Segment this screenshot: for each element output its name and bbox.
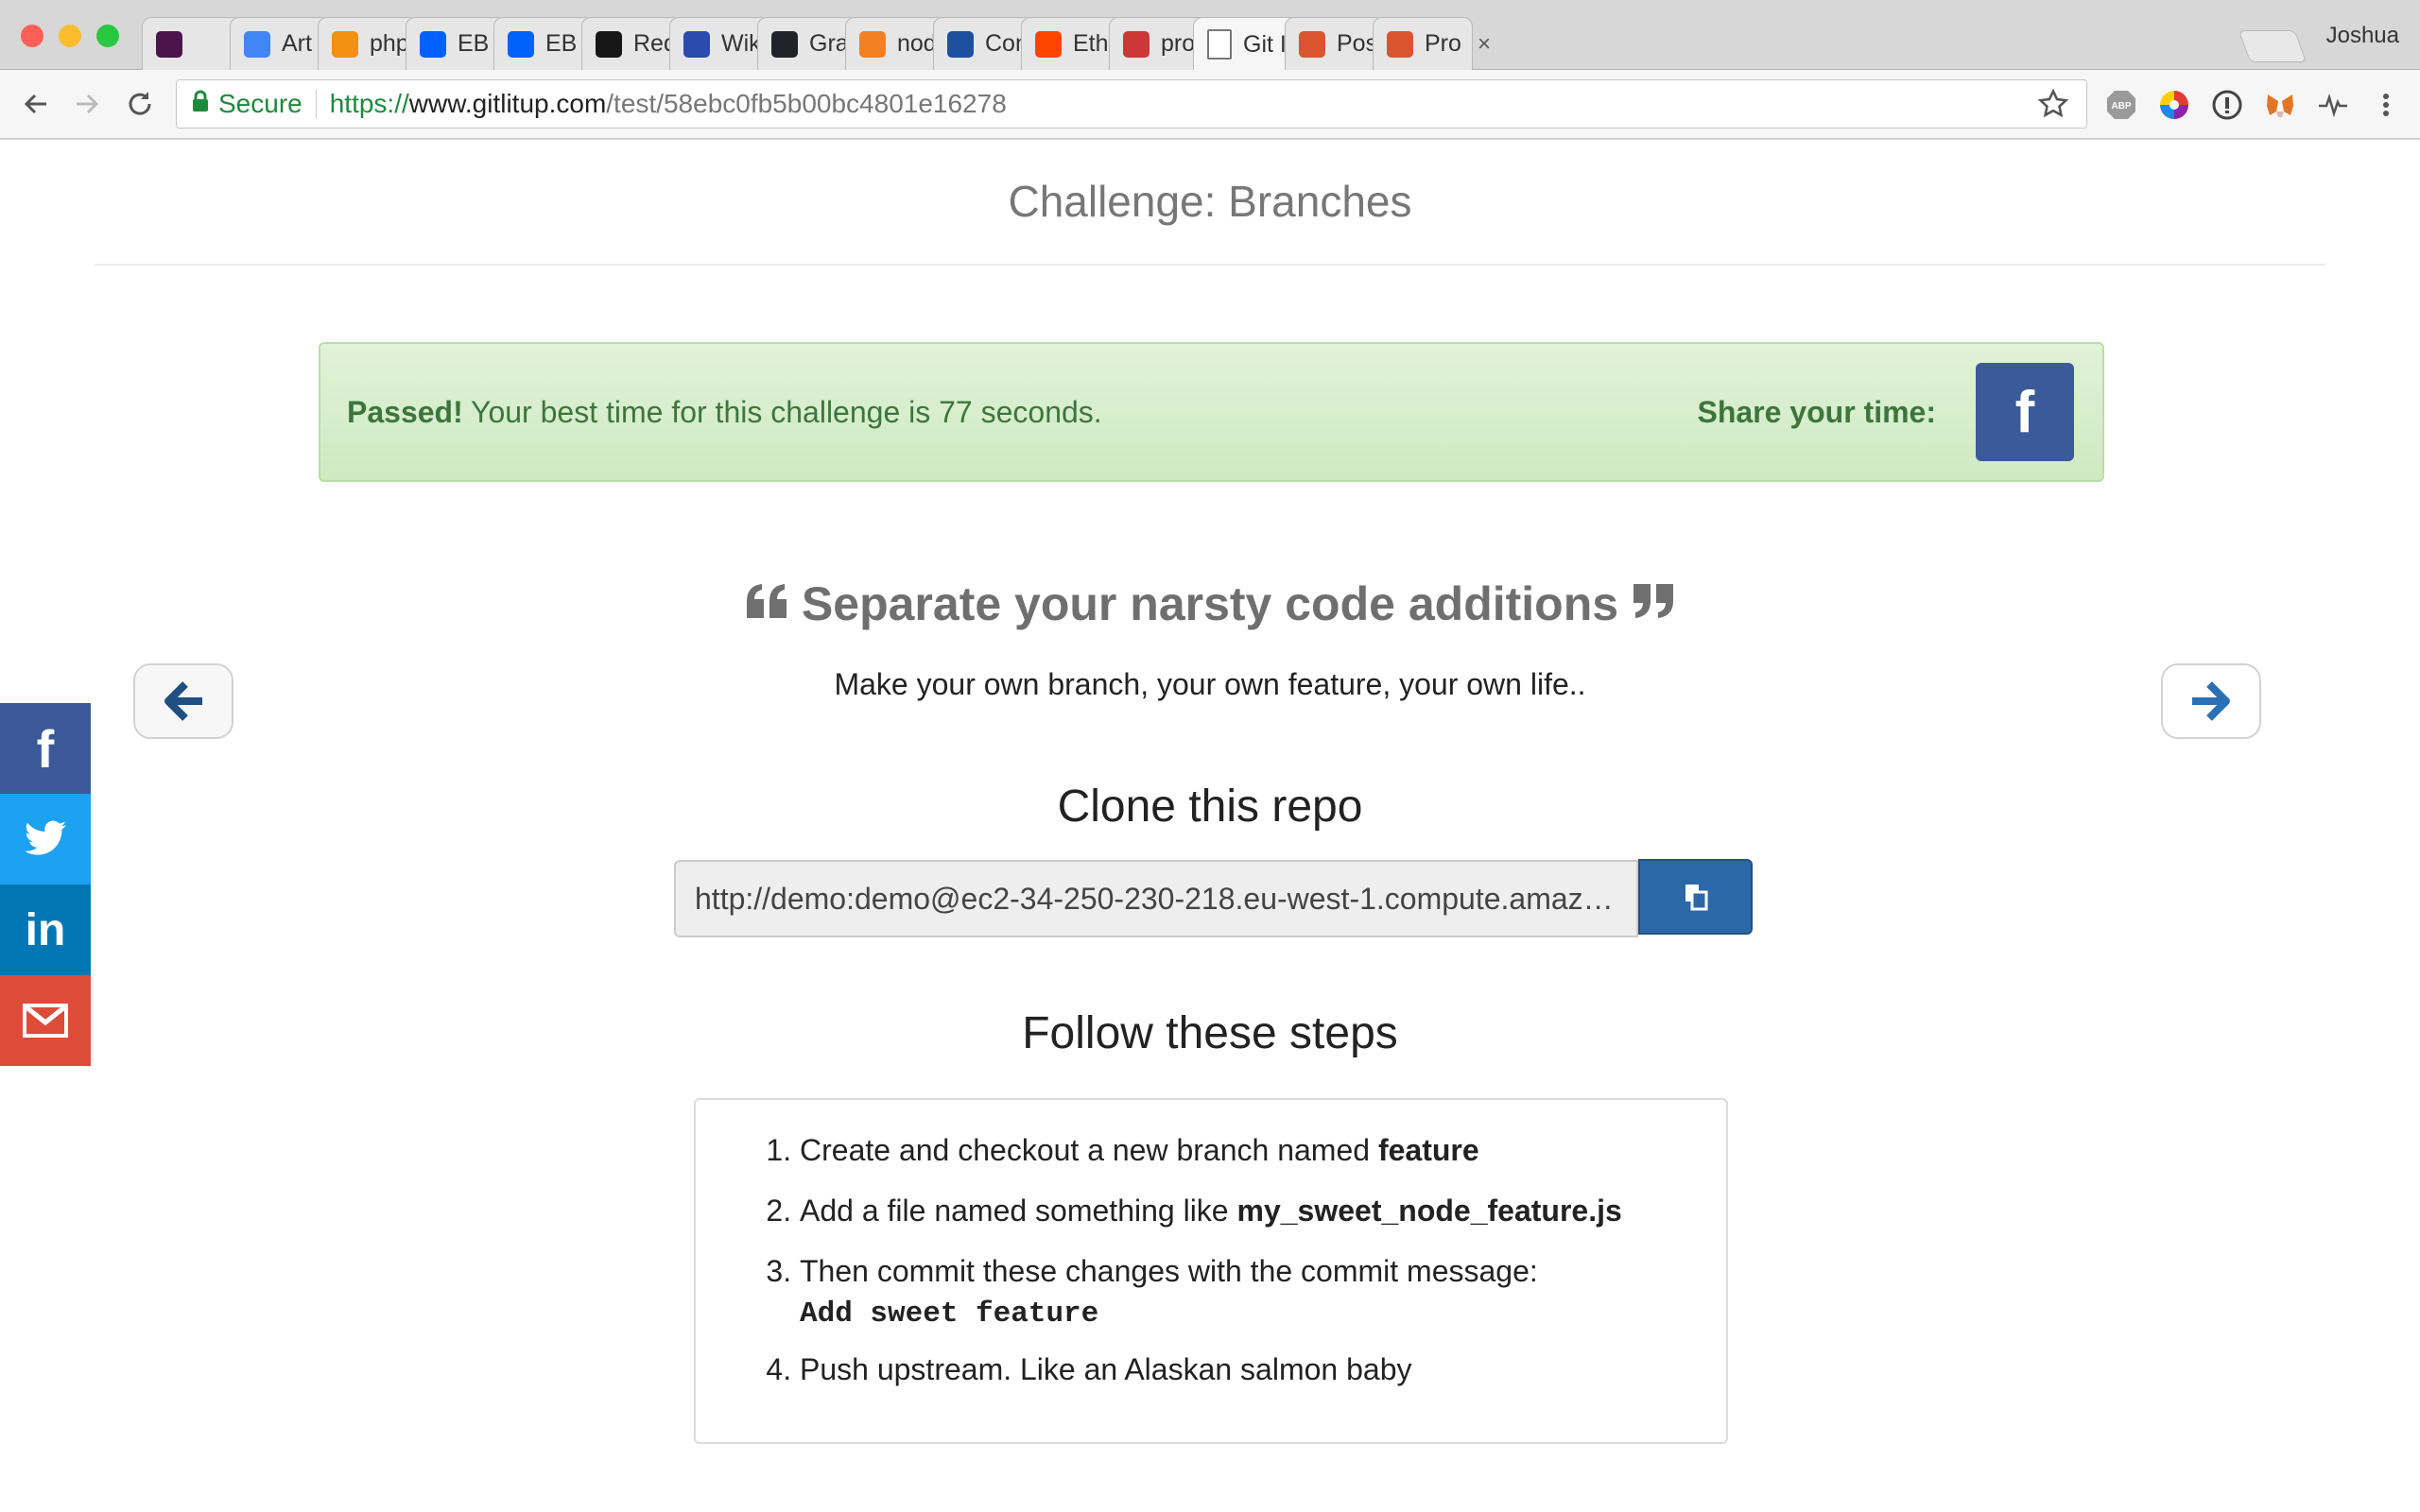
facebook-share-button[interactable]: f	[1976, 363, 2074, 461]
clone-heading: Clone this repo	[1057, 782, 1363, 832]
browser-tab-strip: ×Art×php×EB I×EB I×Req×Wik×Gra×nod×Con×E…	[0, 0, 2420, 71]
metamask-icon[interactable]	[2263, 88, 2297, 122]
success-alert: Passed! Your best time for this challeng…	[319, 342, 2104, 482]
page-icon	[1207, 29, 1232, 60]
profile-name[interactable]: Joshua	[2326, 23, 2399, 49]
dropbox-icon	[508, 30, 534, 58]
browser-tab[interactable]: php×	[318, 17, 436, 70]
challenge-subtitle: Make your own branch, your own feature, …	[834, 667, 1586, 701]
google-docs-icon	[244, 30, 270, 58]
browser-tab[interactable]: EB I×	[406, 17, 524, 70]
reddit-icon	[1035, 30, 1062, 58]
url-divider	[315, 90, 317, 118]
steps-heading: Follow these steps	[1022, 1008, 1398, 1058]
gmail-share-link[interactable]	[0, 975, 91, 1066]
clone-url-field[interactable]: http://demo:demo@ec2-34-250-230-218.eu-w…	[674, 860, 1638, 937]
menu-icon[interactable]	[2369, 88, 2403, 122]
page-title: Challenge: Branches	[1008, 177, 1412, 226]
title-divider	[95, 264, 2325, 266]
address-bar[interactable]: Secure https://www.gitlitup.com/test/58e…	[176, 79, 2087, 129]
steps-panel: Create and checkout a new branch named f…	[694, 1098, 1728, 1444]
facebook-icon: f	[36, 718, 55, 779]
close-quote-icon	[1632, 576, 1675, 631]
step-item: Push upstream. Like an Alaskan salmon ba…	[800, 1351, 1622, 1387]
pma-icon	[332, 30, 358, 58]
browser-tab[interactable]: nod×	[845, 17, 963, 70]
react-icon	[771, 30, 798, 58]
lock-icon	[192, 89, 209, 119]
browser-toolbar: Secure https://www.gitlitup.com/test/58e…	[0, 70, 2420, 140]
browser-tab[interactable]: Art×	[230, 17, 348, 70]
zoom-window-button[interactable]	[96, 25, 119, 47]
facebook-share-link[interactable]: f	[0, 703, 91, 794]
svg-text:ABP: ABP	[2111, 101, 2131, 112]
commit-message-code: Add sweet feature	[800, 1297, 1099, 1331]
github-icon	[596, 30, 622, 58]
wikipedia-icon	[683, 30, 710, 58]
browser-tab[interactable]: Pro ×	[1373, 17, 1491, 70]
linkedin-icon: in	[25, 904, 66, 955]
back-icon[interactable]	[15, 83, 57, 125]
steps-list: Create and checkout a new branch named f…	[768, 1132, 1622, 1412]
gmail-icon	[23, 1004, 68, 1038]
browser-tab[interactable]: Wik×	[669, 17, 787, 70]
mountains-icon	[947, 30, 974, 58]
info-icon[interactable]	[2210, 88, 2244, 122]
pulse-icon[interactable]	[2316, 88, 2350, 122]
new-tab-button[interactable]	[2238, 30, 2308, 62]
linkedin-share-link[interactable]: in	[0, 885, 91, 975]
previous-challenge-button[interactable]	[133, 663, 233, 739]
browser-tab[interactable]: ×	[142, 17, 260, 70]
forward-icon[interactable]	[66, 83, 108, 125]
quote-text: Separate your narsty code additions	[801, 576, 1619, 630]
producthunt-icon	[1387, 30, 1413, 58]
next-challenge-button[interactable]	[2161, 663, 2261, 739]
minimize-window-button[interactable]	[59, 25, 81, 47]
step-item: Then commit these changes with the commi…	[800, 1253, 1622, 1332]
arrow-left-icon	[164, 681, 202, 721]
color-wheel-icon[interactable]	[2157, 88, 2191, 122]
tab-title: Pro	[1425, 30, 1461, 57]
producthunt-icon	[1299, 30, 1325, 58]
browser-tab[interactable]: Eth×	[1021, 17, 1139, 70]
step-item: Create and checkout a new branch named f…	[800, 1132, 1622, 1168]
npm-icon	[1123, 30, 1150, 58]
browser-tab[interactable]: Gra×	[757, 17, 875, 70]
facebook-icon: f	[2014, 379, 2035, 445]
copy-url-button[interactable]	[1638, 859, 1753, 935]
clipboard-icon	[1685, 885, 1707, 911]
challenge-quote: Separate your narsty code additions	[0, 573, 2420, 631]
alert-message: Passed! Your best time for this challeng…	[347, 395, 1102, 430]
tab-close-icon[interactable]: ×	[1478, 31, 1491, 58]
twitter-share-link[interactable]	[0, 794, 91, 885]
step-item: Add a file named something like my_sweet…	[800, 1193, 1622, 1228]
browser-tab[interactable]: Con×	[933, 17, 1051, 70]
url-text: https://www.gitlitup.com/test/58ebc0fb5b…	[329, 89, 1007, 118]
dropbox-icon	[420, 30, 446, 58]
bookmark-star-icon[interactable]	[2037, 88, 2069, 127]
stackoverflow-icon	[859, 30, 886, 58]
slack-icon	[156, 30, 182, 58]
close-window-button[interactable]	[21, 25, 43, 47]
secure-label: Secure	[218, 89, 302, 118]
browser-tab[interactable]: EB I×	[493, 17, 612, 70]
alert-strong: Passed!	[347, 395, 463, 429]
share-label: Share your time:	[1697, 395, 1936, 429]
twitter-bird-icon	[25, 820, 66, 855]
alert-body: Your best time for this challenge is 77 …	[462, 395, 1102, 429]
reload-icon[interactable]	[119, 83, 161, 125]
arrow-right-icon	[2192, 681, 2230, 721]
adblock-icon[interactable]: ABP	[2104, 88, 2138, 122]
open-quote-icon	[745, 576, 788, 631]
browser-tab[interactable]: Pos×	[1285, 17, 1403, 70]
browser-tab[interactable]: Req×	[581, 17, 700, 70]
